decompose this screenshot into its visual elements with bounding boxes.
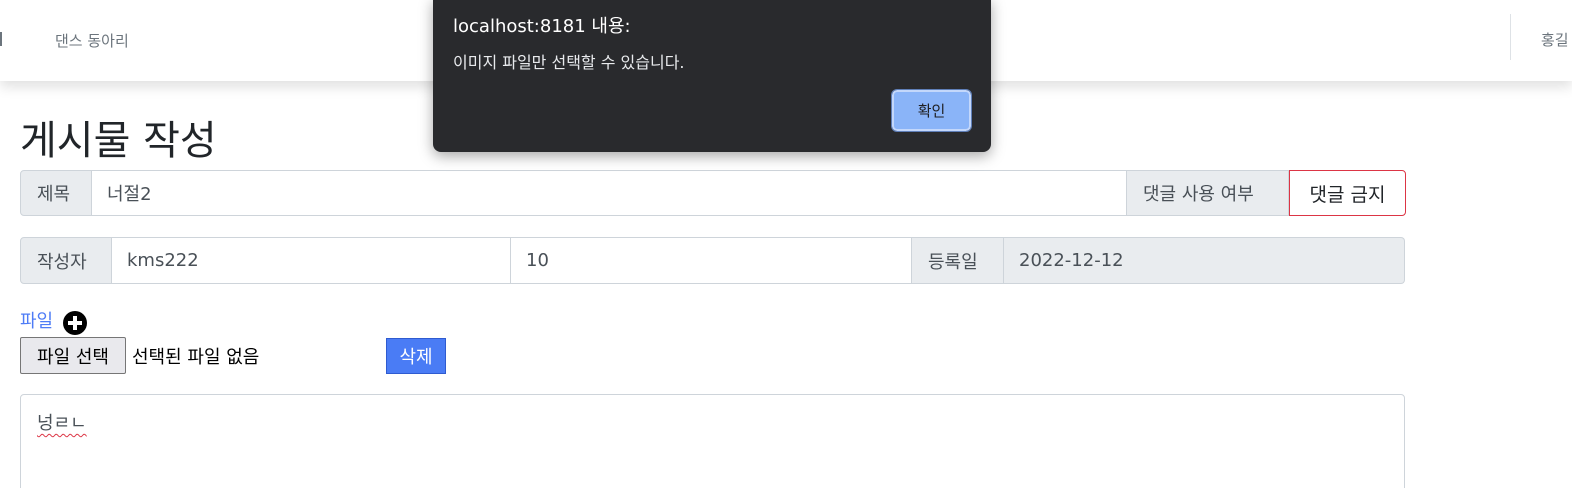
title-label: 제목 [20,170,92,216]
author-field: kms222 [112,237,511,284]
content-text: 넝ㄹㄴ [37,413,87,434]
date-field: 2022-12-12 [1004,237,1405,284]
no-file-selected-text: 선택된 파일 없음 [132,347,260,368]
page-title: 게시물 작성 [20,118,217,164]
plus-circle-icon[interactable] [63,311,87,335]
title-input[interactable]: 너절2 [92,170,1127,216]
delete-file-button[interactable]: 삭제 [386,338,446,374]
comment-disable-button[interactable]: 댓글 금지 [1289,170,1406,216]
alert-dialog: localhost:8181 내용: 이미지 파일만 선택할 수 있습니다. 확… [433,0,991,152]
nav-divider [1510,14,1511,60]
author-row: 작성자 kms222 10 등록일 2022-12-12 [20,237,1405,284]
date-label: 등록일 [912,237,1004,284]
comment-usage-label: 댓글 사용 여부 [1127,170,1289,216]
author-label: 작성자 [20,237,112,284]
dialog-message: 이미지 파일만 선택할 수 있습니다. [453,53,685,72]
dialog-title: localhost:8181 내용: [453,16,631,37]
nav-user-name[interactable]: 홍길 [1541,29,1569,50]
content-textarea[interactable]: 넝ㄹㄴ [20,394,1405,488]
choose-file-button[interactable]: 파일 선택 [20,337,126,374]
nav-link-dance-club[interactable]: 댄스 동아리 [55,30,129,51]
nav-left-edge-link[interactable] [0,32,2,46]
number-field: 10 [511,237,912,284]
dialog-ok-button[interactable]: 확인 [891,89,972,132]
title-row: 제목 너절2 댓글 사용 여부 댓글 금지 [20,170,1406,216]
file-label-link[interactable]: 파일 [20,307,53,333]
